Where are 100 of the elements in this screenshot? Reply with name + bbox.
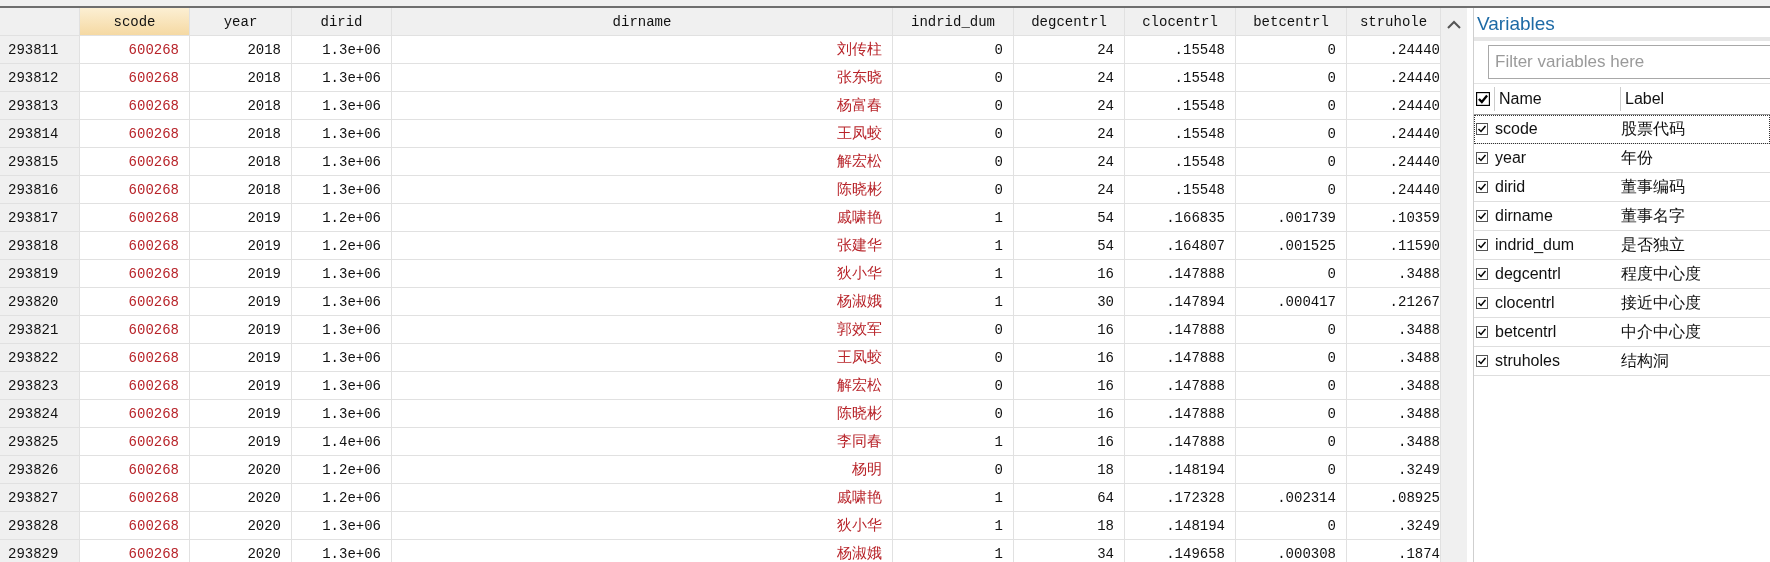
table-cell: 2019: [190, 344, 292, 372]
variable-label: 年份: [1620, 147, 1654, 168]
table-cell: 1.3e+06: [292, 400, 392, 428]
column-header[interactable]: year: [190, 8, 292, 36]
table-cell: .15548: [1125, 176, 1236, 204]
table-cell: 杨淑娥: [392, 540, 893, 562]
table-cell: 杨淑娥: [392, 288, 893, 316]
variable-row[interactable]: indrid_dum 是否独立: [1474, 231, 1770, 260]
table-cell: 1.3e+06: [292, 120, 392, 148]
table-cell: 2019: [190, 400, 292, 428]
variable-row[interactable]: betcentrl 中介中心度: [1474, 318, 1770, 347]
table-cell: 0: [1236, 36, 1347, 64]
column-header[interactable]: indrid_dum: [893, 8, 1014, 36]
table-cell: 王凤蛟: [392, 120, 893, 148]
variable-row[interactable]: dirid 董事编码: [1474, 173, 1770, 202]
row-number: 293822: [0, 344, 80, 372]
table-cell: 600268: [80, 400, 190, 428]
row-number: 293817: [0, 204, 80, 232]
table-cell: 1: [893, 512, 1014, 540]
column-header[interactable]: struhole: [1347, 8, 1441, 36]
table-cell: 16: [1014, 344, 1125, 372]
filter-field[interactable]: Filter variables here: [1488, 45, 1770, 79]
table-cell: 王凤蛟: [392, 344, 893, 372]
checkbox[interactable]: [1476, 92, 1490, 106]
table-cell: 解宏松: [392, 148, 893, 176]
table-cell: 狄小华: [392, 260, 893, 288]
table-cell: 600268: [80, 344, 190, 372]
table-cell: 600268: [80, 92, 190, 120]
column-header[interactable]: dirid: [292, 8, 392, 36]
column-header[interactable]: Label: [1620, 87, 1770, 111]
table-cell: 600268: [80, 260, 190, 288]
column-header[interactable]: betcentrl: [1236, 8, 1347, 36]
variable-row[interactable]: clocentrl 接近中心度: [1474, 289, 1770, 318]
table-cell: 1.4e+06: [292, 428, 392, 456]
table-cell: 2019: [190, 372, 292, 400]
table-cell: 16: [1014, 372, 1125, 400]
table-cell: 0: [1236, 512, 1347, 540]
table-cell: 1.2e+06: [292, 484, 392, 512]
table-cell: 1: [893, 260, 1014, 288]
variable-label: 是否独立: [1620, 234, 1686, 255]
column-header[interactable]: clocentrl: [1125, 8, 1236, 36]
checkbox[interactable]: [1476, 355, 1488, 367]
checkbox[interactable]: [1476, 297, 1488, 309]
row-number: 293812: [0, 64, 80, 92]
checkbox[interactable]: [1476, 123, 1488, 135]
variable-row[interactable]: scode 股票代码: [1474, 115, 1770, 144]
column-header[interactable]: scode: [80, 8, 190, 36]
table-cell: .000417: [1236, 288, 1347, 316]
table-cell: 600268: [80, 120, 190, 148]
variable-label: 董事名字: [1620, 205, 1686, 226]
table-cell: 600268: [80, 204, 190, 232]
variable-name: betcentrl: [1494, 323, 1558, 341]
table-cell: 杨富春: [392, 92, 893, 120]
variable-label: 接近中心度: [1620, 292, 1702, 313]
row-number: 293821: [0, 316, 80, 344]
table-cell: 600268: [80, 484, 190, 512]
table-cell: 1: [893, 204, 1014, 232]
checkbox[interactable]: [1476, 239, 1488, 251]
table-cell: 1.2e+06: [292, 232, 392, 260]
checkbox[interactable]: [1476, 210, 1488, 222]
row-number: 293823: [0, 372, 80, 400]
scrollbar[interactable]: [1441, 8, 1467, 562]
table-cell: .002314: [1236, 484, 1347, 512]
row-number: 293819: [0, 260, 80, 288]
table-cell: 24: [1014, 36, 1125, 64]
table-cell: 陈晓彬: [392, 176, 893, 204]
variable-name: degcentrl: [1494, 265, 1562, 283]
table-cell: 郭效军: [392, 316, 893, 344]
table-cell: 54: [1014, 204, 1125, 232]
checkbox[interactable]: [1476, 152, 1488, 164]
variable-row[interactable]: dirname 董事名字: [1474, 202, 1770, 231]
scroll-up-icon[interactable]: [1447, 20, 1461, 29]
variable-row[interactable]: struholes 结构洞: [1474, 347, 1770, 376]
variable-row[interactable]: degcentrl 程度中心度: [1474, 260, 1770, 289]
table-cell: 0: [1236, 64, 1347, 92]
table-cell: 0: [1236, 400, 1347, 428]
table-cell: 600268: [80, 288, 190, 316]
checkbox[interactable]: [1476, 181, 1488, 193]
row-number: 293824: [0, 400, 80, 428]
table-cell: .149658: [1125, 540, 1236, 562]
variable-row[interactable]: year 年份: [1474, 144, 1770, 173]
table-cell: 0: [893, 36, 1014, 64]
table-cell: 34: [1014, 540, 1125, 562]
column-header[interactable]: Name: [1494, 87, 1620, 111]
table-cell: 2018: [190, 120, 292, 148]
checkbox[interactable]: [1476, 326, 1488, 338]
table-cell: .15548: [1125, 92, 1236, 120]
table-cell: .148194: [1125, 512, 1236, 540]
table-cell: 0: [1236, 176, 1347, 204]
table-cell: .001739: [1236, 204, 1347, 232]
table-cell: 张建华: [392, 232, 893, 260]
table-cell: 0: [893, 120, 1014, 148]
table-cell: 600268: [80, 512, 190, 540]
table-cell: 2019: [190, 428, 292, 456]
table-cell: 2018: [190, 148, 292, 176]
checkbox[interactable]: [1476, 268, 1488, 280]
column-header[interactable]: dirname: [392, 8, 893, 36]
column-header[interactable]: degcentrl: [1014, 8, 1125, 36]
table-cell: 刘传柱: [392, 36, 893, 64]
table-cell: 0: [1236, 92, 1347, 120]
